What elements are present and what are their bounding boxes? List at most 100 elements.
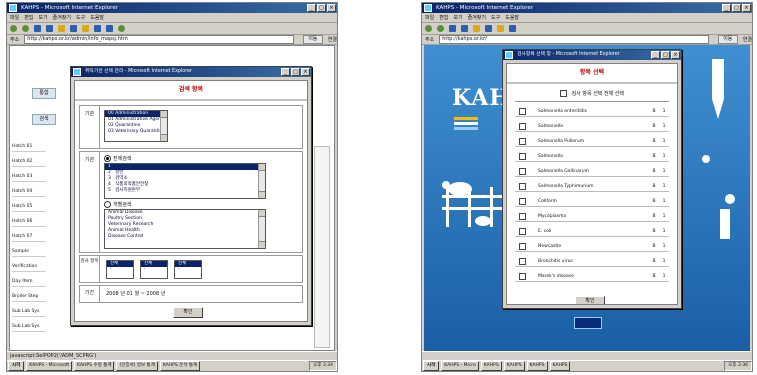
checkbox-icon[interactable] bbox=[519, 152, 526, 160]
individual-listbox[interactable]: Animal Disease Poultry Section Veterinar… bbox=[104, 209, 266, 249]
menu-tools[interactable]: 도구 bbox=[491, 14, 500, 21]
go-button[interactable]: 이동 bbox=[717, 35, 738, 44]
forward-icon[interactable] bbox=[437, 25, 444, 32]
test-item-row[interactable]: Mycoplasma B 1 bbox=[515, 211, 669, 222]
checkbox-icon[interactable] bbox=[519, 212, 526, 220]
table-row[interactable]: Hatch 05 bbox=[12, 202, 46, 212]
list-item[interactable]: Disease Control bbox=[105, 234, 265, 240]
menu-edit[interactable]: 편집 bbox=[24, 14, 33, 21]
taskbar-item[interactable]: KAHPS 분석 통계 bbox=[159, 361, 201, 371]
institution-listbox[interactable]: 1 2 일반 3 검역소 4 식품의약품안전청 5 검사지원본부 bbox=[104, 163, 266, 199]
minimize-button[interactable]: _ bbox=[722, 4, 731, 12]
dialog-close-button[interactable]: × bbox=[671, 51, 680, 59]
menu-view[interactable]: 보기 bbox=[453, 14, 462, 21]
search-icon[interactable] bbox=[70, 25, 77, 32]
menu-view[interactable]: 보기 bbox=[38, 14, 47, 21]
dialog-maximize-button[interactable]: □ bbox=[661, 51, 670, 59]
refresh-icon[interactable] bbox=[461, 25, 468, 32]
confirm-button[interactable]: 확인 bbox=[173, 307, 203, 318]
print-icon[interactable] bbox=[118, 25, 125, 32]
taskbar-item[interactable]: KAHPS bbox=[480, 361, 502, 371]
table-row[interactable]: Sub Lab Sys bbox=[12, 307, 46, 317]
test-item-row[interactable]: Salmonella Pullorum B 1 bbox=[515, 136, 669, 147]
test-item-row[interactable]: Marek's disease B 1 bbox=[515, 271, 669, 282]
mail-icon[interactable] bbox=[106, 25, 113, 32]
tab-search[interactable]: 검색 bbox=[32, 114, 56, 125]
go-button[interactable]: 이동 bbox=[302, 35, 323, 44]
checkbox-icon[interactable] bbox=[519, 137, 526, 145]
menu-help[interactable]: 도움말 bbox=[505, 14, 519, 21]
back-icon[interactable] bbox=[10, 25, 17, 32]
dialog-maximize-button[interactable]: □ bbox=[291, 68, 300, 76]
radio-all-search[interactable]: 전체검색 bbox=[104, 155, 131, 162]
test-item-row[interactable]: E. coli B 1 bbox=[515, 226, 669, 237]
links-label[interactable]: 연결 bbox=[743, 36, 752, 43]
listbox-scrollbar[interactable] bbox=[160, 111, 167, 141]
back-icon[interactable] bbox=[425, 25, 432, 32]
tab-integrated[interactable]: 통합 bbox=[32, 88, 56, 99]
maximize-button[interactable]: □ bbox=[317, 4, 326, 12]
close-button[interactable]: × bbox=[742, 4, 751, 12]
table-row[interactable]: Sample bbox=[12, 247, 46, 257]
checkbox-icon[interactable] bbox=[519, 197, 526, 205]
table-row[interactable]: Verification bbox=[12, 262, 46, 272]
history-icon[interactable] bbox=[94, 25, 101, 32]
table-row[interactable]: Hatch 04 bbox=[12, 187, 46, 197]
menu-file[interactable]: 파일 bbox=[425, 14, 434, 21]
start-button[interactable]: 시작 bbox=[8, 361, 25, 371]
refresh-icon[interactable] bbox=[46, 25, 53, 32]
stop-icon[interactable] bbox=[449, 25, 456, 32]
maximize-button[interactable]: □ bbox=[732, 4, 741, 12]
dialog-minimize-button[interactable]: _ bbox=[651, 51, 660, 59]
favorites-icon[interactable] bbox=[497, 25, 504, 32]
test-item-row[interactable]: Bronchitis virus B 1 bbox=[515, 256, 669, 267]
menu-favorites[interactable]: 즐겨찾기 bbox=[53, 14, 71, 21]
menu-help[interactable]: 도움말 bbox=[90, 14, 104, 21]
dialog-close-button[interactable]: × bbox=[301, 68, 310, 76]
taskbar-item[interactable]: KAHPS - Microsoft bbox=[26, 361, 73, 371]
address-input[interactable]: http://kahps.or.kr/ bbox=[439, 35, 709, 44]
minimize-button[interactable]: _ bbox=[307, 4, 316, 12]
menu-favorites[interactable]: 즐겨찾기 bbox=[468, 14, 486, 21]
radio-individual-search[interactable]: 개별검색 bbox=[104, 201, 131, 208]
dialog-minimize-button[interactable]: _ bbox=[281, 68, 290, 76]
table-row[interactable]: Hatch 06 bbox=[12, 217, 46, 227]
search-icon[interactable] bbox=[485, 25, 492, 32]
test-select-1[interactable]: 전체 - bbox=[106, 260, 134, 279]
table-row[interactable]: Hatch 01 bbox=[12, 142, 46, 152]
close-button[interactable]: × bbox=[327, 4, 336, 12]
home-icon[interactable] bbox=[58, 25, 65, 32]
confirm-button[interactable]: 확인 bbox=[575, 296, 605, 304]
test-item-row[interactable]: Coliform B 1 bbox=[515, 196, 669, 207]
favorites-icon[interactable] bbox=[82, 25, 89, 32]
test-select-3[interactable]: 전체 - bbox=[174, 260, 202, 279]
listbox-scrollbar[interactable] bbox=[258, 210, 265, 248]
list-item[interactable]: 03 Veterinary Quarantine bbox=[105, 129, 167, 135]
table-row[interactable]: Hatch 07 bbox=[12, 232, 46, 242]
list-item[interactable]: 5 검사지원본부 bbox=[105, 188, 265, 194]
links-label[interactable]: 연결 bbox=[328, 36, 337, 43]
taskbar-item[interactable]: KAHPS - Micro bbox=[441, 361, 479, 371]
select-all-row[interactable]: 검사 항목 선택 전체 선택 bbox=[515, 87, 669, 102]
test-item-row[interactable]: Newcastle B 1 bbox=[515, 241, 669, 252]
table-row[interactable]: Hatch 03 bbox=[12, 172, 46, 182]
checkbox-icon[interactable] bbox=[519, 242, 526, 250]
checkbox-icon[interactable] bbox=[519, 272, 526, 280]
taskbar-item[interactable]: KAHPS bbox=[549, 361, 571, 371]
test-item-row[interactable]: Salmonella B 1 bbox=[515, 121, 669, 132]
table-row[interactable]: Day Item bbox=[12, 277, 46, 287]
menu-file[interactable]: 파일 bbox=[10, 14, 19, 21]
test-item-row[interactable]: Salmonella Gallinarum B 1 bbox=[515, 166, 669, 177]
stop-icon[interactable] bbox=[34, 25, 41, 32]
checkbox-icon[interactable] bbox=[519, 182, 526, 190]
menu-edit[interactable]: 편집 bbox=[439, 14, 448, 21]
taskbar-item[interactable]: (인증서) 정보 통계 bbox=[116, 361, 158, 371]
address-input[interactable]: http://kahps.or.kr/admin/info_mapsj.htm bbox=[24, 35, 294, 44]
listbox-scrollbar[interactable] bbox=[258, 164, 265, 198]
taskbar-item[interactable]: KAHPS 수정 통계 bbox=[74, 361, 115, 371]
table-row[interactable]: Broiler Step bbox=[12, 292, 46, 302]
start-button[interactable]: 시작 bbox=[423, 361, 440, 371]
checkbox-icon[interactable] bbox=[560, 90, 568, 97]
test-item-row[interactable]: Salmonella Typhimurium B 1 bbox=[515, 181, 669, 192]
menu-tools[interactable]: 도구 bbox=[76, 14, 85, 21]
